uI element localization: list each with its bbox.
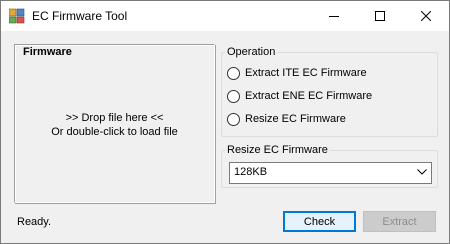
dropdown-value: 128KB: [234, 166, 268, 178]
radio-label[interactable]: Extract ENE EC Firmware: [245, 90, 372, 103]
radio-circle[interactable]: [227, 67, 240, 80]
double-click-hint: Or double-click to load file: [51, 126, 178, 138]
minimize-button[interactable]: [311, 1, 357, 31]
window-title: EC Firmware Tool: [32, 9, 128, 23]
app-icon: [8, 8, 25, 24]
operation-group-label: Operation: [225, 46, 278, 59]
title-bar[interactable]: EC Firmware Tool: [1, 1, 449, 31]
close-button[interactable]: [403, 1, 449, 31]
chevron-down-icon: [417, 169, 427, 175]
firmware-panel-title: Firmware: [23, 46, 72, 58]
resize-group-label: Resize EC Firmware: [225, 144, 330, 157]
radio-circle[interactable]: [227, 113, 240, 126]
radio-circle[interactable]: [227, 90, 240, 103]
radio-label[interactable]: Extract ITE EC Firmware: [245, 67, 367, 80]
maximize-button[interactable]: [357, 1, 403, 31]
drop-hint: >> Drop file here <<: [65, 112, 164, 124]
extract-button[interactable]: Extract: [363, 211, 436, 232]
resize-size-dropdown[interactable]: 128KB: [229, 162, 432, 184]
check-button[interactable]: Check: [283, 211, 356, 232]
radio-label[interactable]: Resize EC Firmware: [245, 113, 346, 126]
firmware-drop-zone[interactable]: Firmware >> Drop file here << Or double-…: [14, 44, 215, 203]
maximize-icon: [375, 11, 385, 21]
close-icon: [421, 11, 431, 21]
app-window: EC Firmware Tool Firmware >> Drop file h…: [0, 0, 450, 244]
status-text: Ready.: [17, 216, 52, 228]
minimize-icon: [329, 16, 339, 17]
